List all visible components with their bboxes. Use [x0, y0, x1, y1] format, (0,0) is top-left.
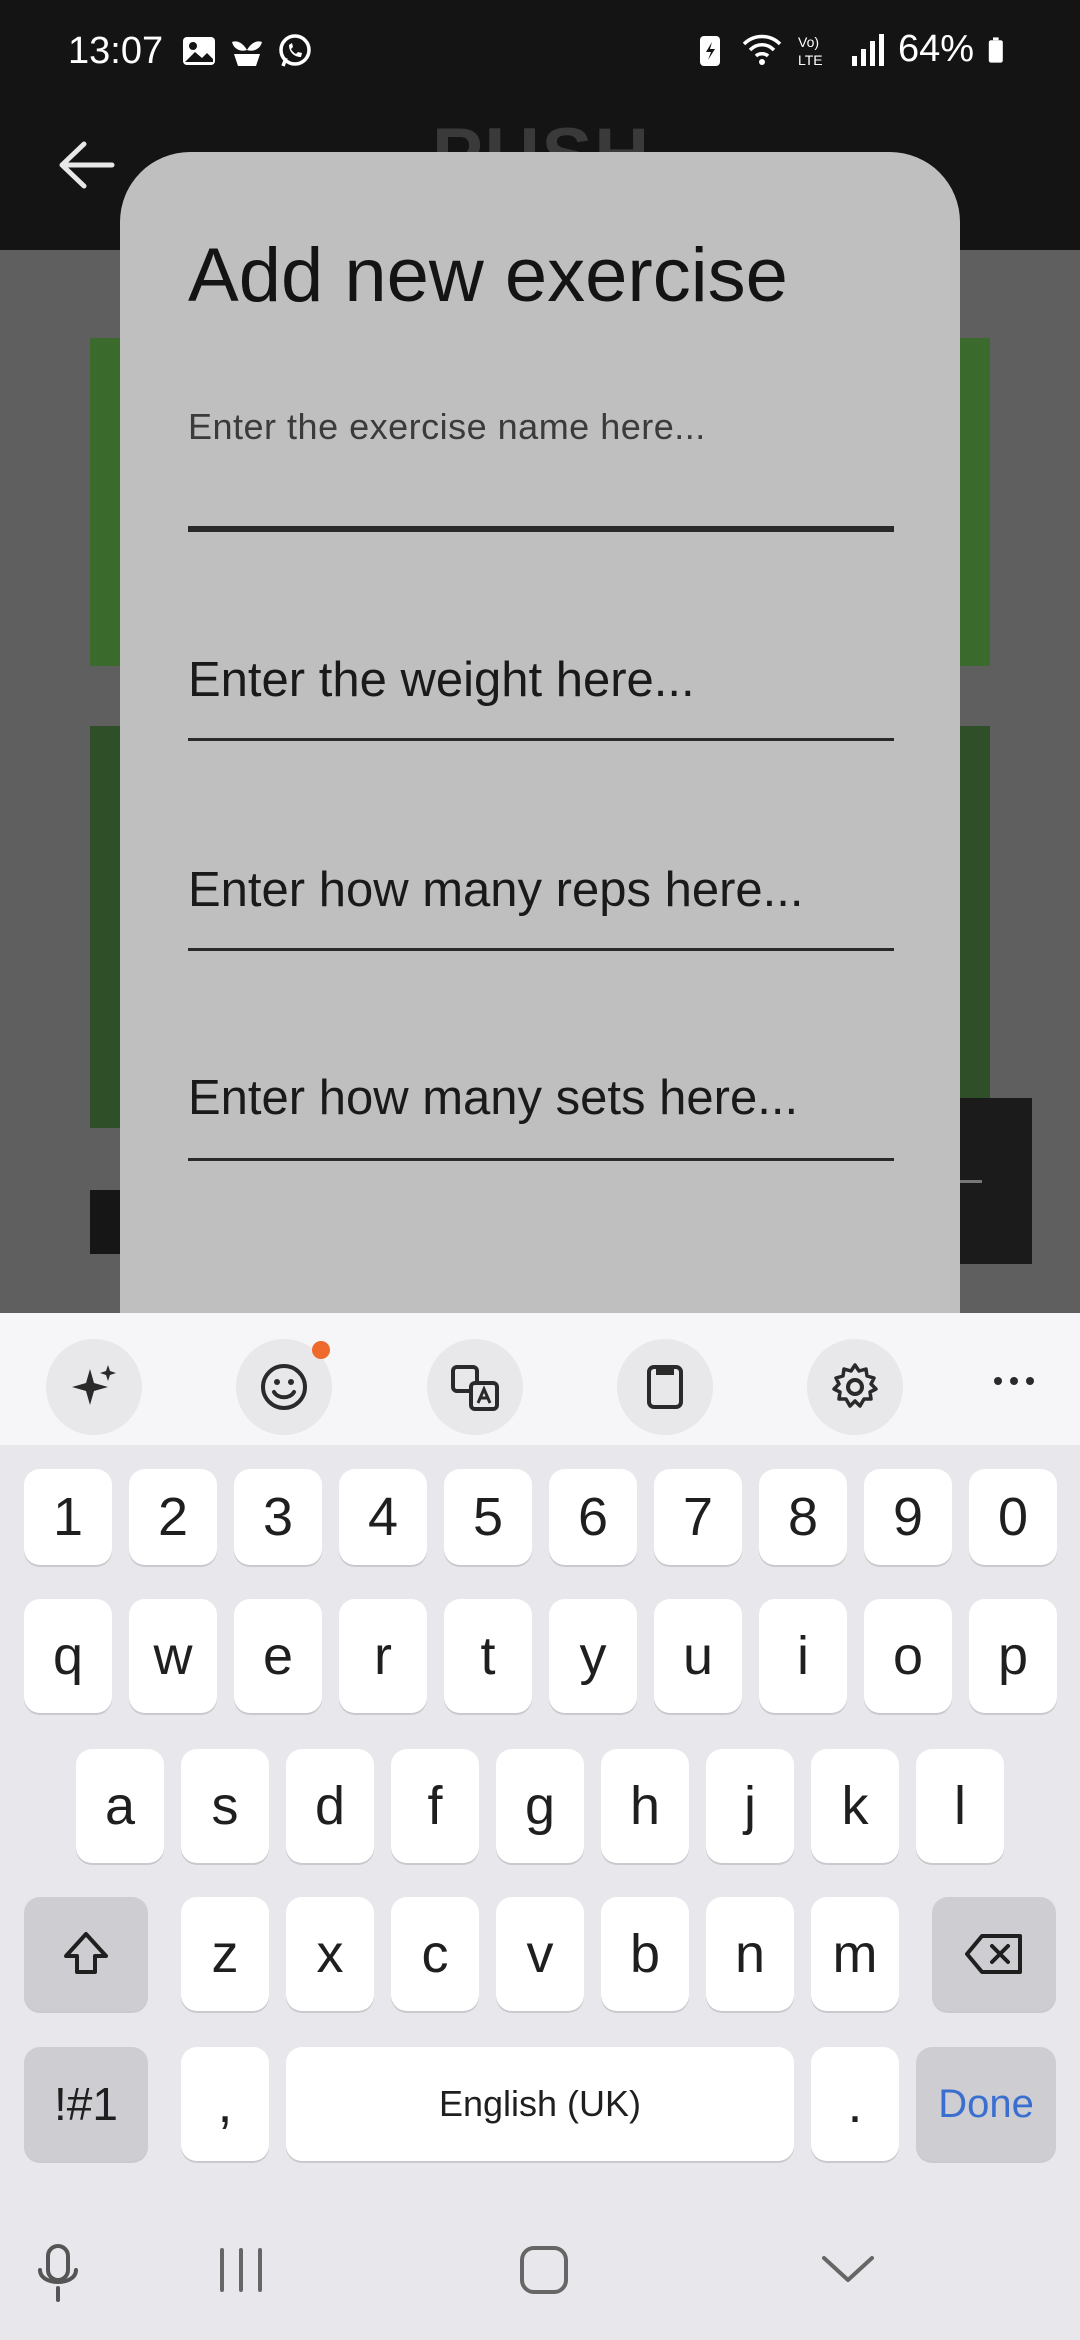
status-time: 13:07	[68, 30, 164, 72]
key-e[interactable]: e	[234, 1599, 322, 1713]
svg-text:LTE: LTE	[798, 52, 823, 68]
exercise-name-underline	[188, 526, 894, 532]
back-arrow-icon[interactable]	[56, 140, 116, 190]
key-q[interactable]: q	[24, 1599, 112, 1713]
status-bar: 13:07 Vo) LTE 64%	[0, 0, 1080, 104]
key-m[interactable]: m	[811, 1897, 899, 2011]
sets-underline	[188, 1158, 894, 1161]
shift-icon	[64, 1932, 108, 1974]
battery-percentage: 64%	[897, 28, 974, 70]
wifi-icon	[742, 34, 782, 65]
key-p[interactable]: p	[969, 1599, 1057, 1713]
space-key[interactable]: English (UK)	[286, 2047, 794, 2161]
key-0[interactable]: 0	[969, 1469, 1057, 1565]
key-8[interactable]: 8	[759, 1469, 847, 1565]
key-n[interactable]: n	[706, 1897, 794, 2011]
key-r[interactable]: r	[339, 1599, 427, 1713]
hide-keyboard-icon[interactable]	[820, 2252, 876, 2286]
key-x[interactable]: x	[286, 1897, 374, 2011]
key-f[interactable]: f	[391, 1749, 479, 1863]
whatsapp-icon	[279, 34, 311, 67]
settings-icon[interactable]	[807, 1339, 903, 1435]
keyboard-toolbar	[0, 1313, 1080, 1445]
notification-dot	[312, 1341, 330, 1359]
shift-key[interactable]	[24, 1897, 148, 2011]
key-c[interactable]: c	[391, 1897, 479, 2011]
signal-icon	[851, 33, 884, 66]
key-g[interactable]: g	[496, 1749, 584, 1863]
key-4[interactable]: 4	[339, 1469, 427, 1565]
sets-field[interactable]: Enter how many sets here...	[188, 1070, 894, 1161]
key-9[interactable]: 9	[864, 1469, 952, 1565]
reps-hint: Enter how many reps here...	[188, 863, 804, 917]
battery-saver-icon	[699, 35, 720, 66]
add-exercise-dialog: Add new exercise Enter the exercise name…	[120, 152, 960, 1322]
key-3[interactable]: 3	[234, 1469, 322, 1565]
backspace-key[interactable]	[932, 1897, 1056, 2011]
plant-icon	[232, 41, 262, 66]
comma-key[interactable]: ,	[181, 2047, 269, 2161]
home-icon[interactable]	[518, 2244, 570, 2296]
key-5[interactable]: 5	[444, 1469, 532, 1565]
key-i[interactable]: i	[759, 1599, 847, 1713]
backspace-icon	[965, 1934, 1022, 1974]
key-y[interactable]: y	[549, 1599, 637, 1713]
key-d[interactable]: d	[286, 1749, 374, 1863]
clipboard-icon[interactable]	[617, 1339, 713, 1435]
key-k[interactable]: k	[811, 1749, 899, 1863]
volte-icon: Vo) LTE	[798, 34, 823, 68]
key-l[interactable]: l	[916, 1749, 1004, 1863]
gallery-icon	[183, 37, 215, 65]
key-j[interactable]: j	[706, 1749, 794, 1863]
navigation-bar	[0, 2190, 1080, 2340]
recents-icon[interactable]	[216, 2246, 266, 2294]
key-t[interactable]: t	[444, 1599, 532, 1713]
more-icon[interactable]	[990, 1371, 1038, 1391]
key-u[interactable]: u	[654, 1599, 742, 1713]
on-screen-keyboard: 1 2 3 4 5 6 7 8 9 0 q w e r t y u i o p …	[0, 1313, 1080, 2340]
weight-hint: Enter the weight here...	[188, 653, 695, 707]
key-2[interactable]: 2	[129, 1469, 217, 1565]
weight-field[interactable]: Enter the weight here...	[188, 652, 894, 742]
key-w[interactable]: w	[129, 1599, 217, 1713]
exercise-name-label: Enter the exercise name here...	[188, 406, 706, 447]
period-key[interactable]: .	[811, 2047, 899, 2161]
key-s[interactable]: s	[181, 1749, 269, 1863]
key-6[interactable]: 6	[549, 1469, 637, 1565]
key-b[interactable]: b	[601, 1897, 689, 2011]
sets-hint: Enter how many sets here...	[188, 1071, 799, 1125]
key-1[interactable]: 1	[24, 1469, 112, 1565]
dialog-title: Add new exercise	[188, 233, 788, 318]
done-key[interactable]: Done	[916, 2047, 1056, 2161]
emoji-icon[interactable]	[236, 1339, 332, 1435]
battery-icon	[988, 36, 1003, 63]
reps-field[interactable]: Enter how many reps here...	[188, 862, 894, 952]
reps-underline	[188, 948, 894, 951]
key-o[interactable]: o	[864, 1599, 952, 1713]
weight-underline	[188, 738, 894, 741]
symbols-key[interactable]: !#1	[24, 2047, 148, 2161]
key-z[interactable]: z	[181, 1897, 269, 2011]
key-v[interactable]: v	[496, 1897, 584, 2011]
key-a[interactable]: a	[76, 1749, 164, 1863]
svg-text:Vo): Vo)	[798, 34, 819, 50]
exercise-name-field[interactable]: Enter the exercise name here...	[188, 406, 894, 532]
translate-icon[interactable]	[427, 1339, 523, 1435]
key-7[interactable]: 7	[654, 1469, 742, 1565]
microphone-icon[interactable]	[34, 2242, 82, 2306]
ai-sparkle-icon[interactable]	[46, 1339, 142, 1435]
key-h[interactable]: h	[601, 1749, 689, 1863]
